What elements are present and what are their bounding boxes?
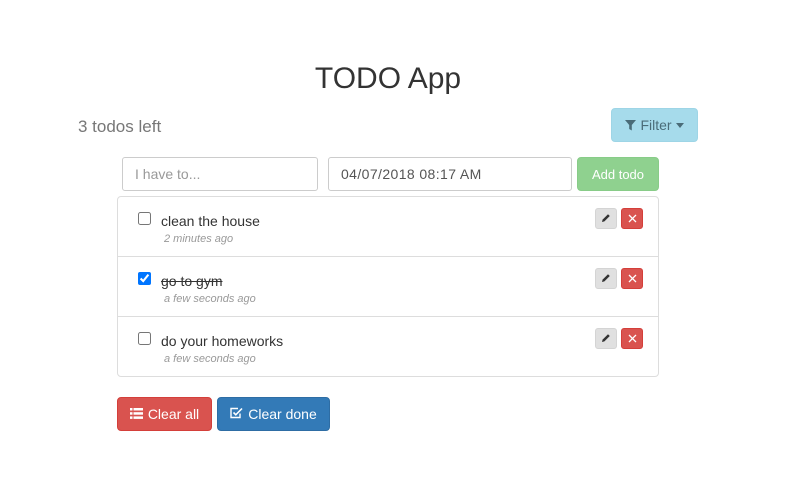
date-input[interactable] bbox=[328, 157, 572, 191]
todo-text: clean the house bbox=[161, 213, 260, 229]
delete-button[interactable] bbox=[621, 268, 643, 289]
clear-all-button[interactable]: Clear all bbox=[117, 397, 212, 431]
edit-button[interactable] bbox=[595, 328, 617, 349]
todo-checkbox[interactable] bbox=[138, 272, 151, 285]
close-icon bbox=[628, 331, 637, 346]
todo-input[interactable] bbox=[122, 157, 318, 191]
clear-done-label: Clear done bbox=[248, 406, 317, 422]
pencil-icon bbox=[601, 331, 611, 346]
todo-text: go to gym bbox=[161, 273, 223, 289]
close-icon bbox=[628, 211, 637, 226]
filter-button[interactable]: Filter bbox=[611, 108, 698, 142]
todo-time: a few seconds ago bbox=[164, 293, 256, 305]
edit-button[interactable] bbox=[595, 268, 617, 289]
list-icon bbox=[129, 406, 143, 422]
delete-button[interactable] bbox=[621, 328, 643, 349]
chevron-down-icon bbox=[675, 122, 684, 128]
filter-label: Filter bbox=[640, 117, 672, 133]
todo-text: do your homeworks bbox=[161, 333, 284, 349]
add-todo-button[interactable]: Add todo bbox=[577, 157, 659, 191]
todo-time: a few seconds ago bbox=[164, 353, 256, 365]
close-icon bbox=[628, 271, 637, 286]
todo-time: 2 minutes ago bbox=[164, 233, 234, 245]
delete-button[interactable] bbox=[621, 208, 643, 229]
todo-item: go to gym a few seconds ago bbox=[118, 257, 658, 317]
todos-left-count: 3 todos left bbox=[78, 117, 162, 136]
clear-all-label: Clear all bbox=[147, 406, 200, 422]
todo-checkbox[interactable] bbox=[138, 332, 151, 345]
pencil-icon bbox=[601, 271, 611, 286]
clear-done-button[interactable]: Clear done bbox=[217, 397, 330, 431]
filter-icon bbox=[625, 119, 637, 131]
page-title: TODO App bbox=[314, 62, 462, 95]
todo-list: clean the house 2 minutes ago go to gym … bbox=[117, 196, 659, 377]
check-square-icon bbox=[230, 406, 243, 422]
todo-checkbox[interactable] bbox=[138, 212, 151, 225]
pencil-icon bbox=[601, 211, 611, 226]
todo-item: do your homeworks a few seconds ago bbox=[118, 317, 658, 376]
todo-item: clean the house 2 minutes ago bbox=[118, 197, 658, 257]
edit-button[interactable] bbox=[595, 208, 617, 229]
